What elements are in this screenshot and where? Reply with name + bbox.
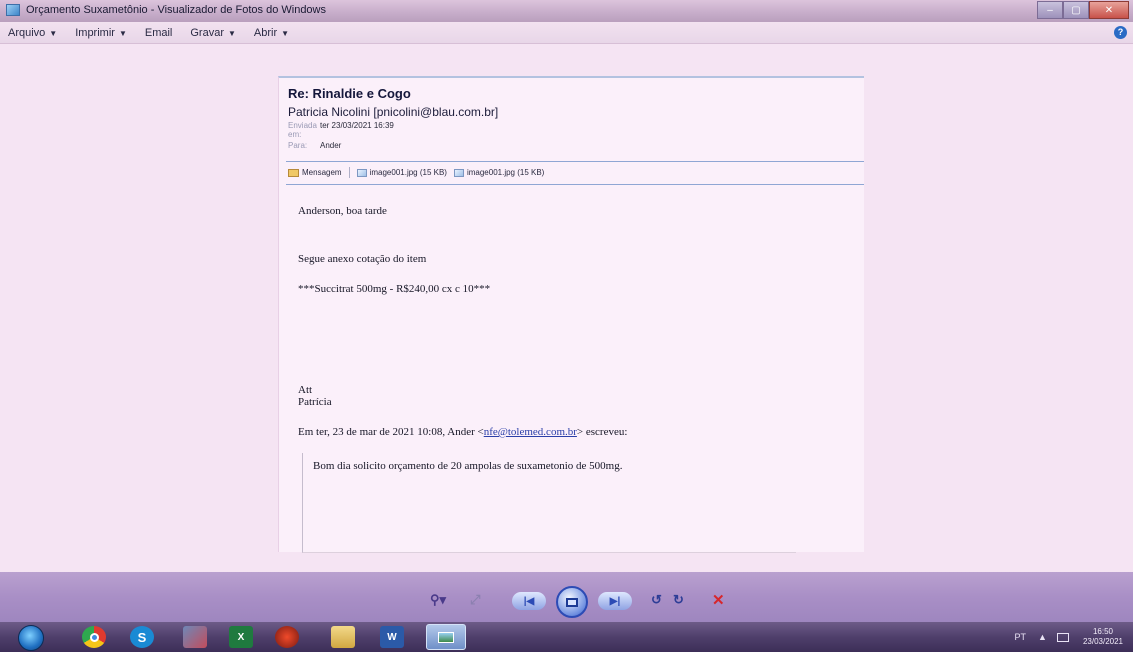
actual-size-button[interactable]: ⤢ — [470, 592, 480, 608]
header-divider — [286, 161, 864, 162]
rotate-left-button[interactable]: ↺ — [651, 592, 662, 608]
body-line-1: Segue anexo cotação do item — [298, 253, 427, 265]
slideshow-icon — [566, 597, 578, 607]
show-hidden-icons-icon[interactable]: ▲ — [1038, 632, 1047, 642]
reply-intro-line: Em ter, 23 de mar de 2021 10:08, Ander <… — [298, 426, 628, 438]
menu-bar: Arquivo ▼ Imprimir ▼ Email Gravar ▼ Abrir ▼ — [0, 22, 1133, 44]
system-tray: PT ▲ 16:50 23/03/2021 — [1015, 622, 1123, 652]
chevron-down-icon: ▼ — [281, 28, 290, 38]
excel-icon[interactable]: X — [229, 626, 253, 648]
attachment-message: Mensagem — [288, 168, 342, 177]
menu-email[interactable]: Email — [145, 27, 173, 39]
attachment-separator — [348, 167, 350, 178]
body-line-2: ***Succitrat 500mg - R$240,00 cx c 10*** — [298, 283, 491, 295]
clock-date: 23/03/2021 — [1082, 637, 1123, 646]
taskbar: S X W — [0, 622, 1133, 652]
email-sent-row: Enviada em: ter 23/03/2021 16:39 — [288, 121, 864, 139]
sent-value: ter 23/03/2021 16:39 — [320, 121, 394, 130]
attachment-label: image001.jpg (15 KB) — [369, 168, 447, 177]
chevron-down-icon: ▼ — [118, 28, 127, 38]
email-to-row: Para: Ander — [288, 141, 864, 150]
minimize-button[interactable]: – — [1037, 1, 1063, 19]
email-header: Re: Rinaldie e Cogo Patricia Nicolini [p… — [279, 78, 864, 150]
close-button[interactable]: ✕ — [1089, 1, 1129, 19]
chevron-down-icon: ▼ — [228, 28, 236, 38]
clock-time: 16:50 — [1092, 627, 1113, 636]
envelope-icon — [288, 168, 299, 177]
attachment-image-2: image001.jpg (15 KB) — [453, 168, 545, 177]
attachment-divider — [286, 184, 864, 185]
delete-button[interactable]: ✕ — [712, 591, 725, 609]
email-sender: Patricia Nicolini [pnicolini@blau.com.br… — [288, 105, 499, 119]
photo-viewer-app-icon — [6, 4, 20, 16]
image-file-icon — [356, 168, 367, 177]
window-controls: – ▢ ✕ — [1037, 1, 1129, 19]
chrome-icon[interactable] — [82, 626, 106, 648]
menu-arquivo[interactable]: Arquivo ▼ — [8, 27, 57, 39]
signoff-line-2: Patrícia — [298, 396, 332, 408]
app-icon[interactable] — [183, 626, 207, 648]
menu-abrir[interactable]: Abrir ▼ — [254, 27, 289, 39]
attachment-label: image001.jpg (15 KB) — [466, 168, 545, 177]
chevron-down-icon: ▼ — [49, 28, 58, 38]
menu-imprimir[interactable]: Imprimir ▼ — [75, 27, 127, 39]
title-bar[interactable]: Orçamento Suxametônio - Visualizador de … — [0, 0, 1133, 22]
media-player-icon[interactable] — [275, 626, 299, 648]
next-button[interactable]: ▶| — [598, 592, 632, 610]
zoom-button[interactable]: ⚲▾ — [430, 592, 446, 608]
word-icon[interactable]: W — [380, 626, 404, 648]
email-subject: Re: Rinaldie e Cogo — [288, 86, 411, 101]
viewer-control-bar: ⚲▾ ⤢ |◀ ▶| ↺ ↻ ✕ — [0, 572, 1133, 622]
start-button[interactable] — [18, 625, 44, 651]
clock[interactable]: 16:50 23/03/2021 — [1083, 627, 1123, 647]
to-value: Ander — [320, 141, 342, 150]
email-image: Re: Rinaldie e Cogo Patricia Nicolini [p… — [278, 76, 864, 553]
quoted-text: Bom dia solicito orçamento de 20 ampolas… — [313, 460, 623, 472]
help-icon[interactable]: ? — [1114, 26, 1127, 39]
slideshow-button[interactable] — [556, 586, 588, 618]
maximize-button[interactable]: ▢ — [1063, 1, 1089, 19]
greeting-line: Anderson, boa tarde — [298, 205, 387, 217]
to-label: Para: — [288, 141, 308, 150]
rotate-right-button[interactable]: ↻ — [673, 592, 684, 608]
attachment-label: Mensagem — [302, 168, 342, 177]
previous-button[interactable]: |◀ — [512, 592, 546, 610]
network-icon[interactable] — [1056, 632, 1069, 642]
language-indicator[interactable]: PT — [1015, 632, 1027, 642]
image-file-icon — [453, 168, 464, 177]
reply-email-link: nfe@tolemed.com.br — [483, 426, 577, 438]
attachment-image-1: image001.jpg (15 KB) — [356, 168, 447, 177]
sent-label: Enviada em: — [288, 121, 317, 139]
photo-viewer-taskbar-icon[interactable] — [426, 624, 466, 650]
skype-icon[interactable]: S — [130, 626, 154, 648]
attachment-bar: Mensagem image001.jpg (15 KB) image001.j… — [288, 167, 551, 178]
window-title: Orçamento Suxametônio - Visualizador de … — [26, 4, 326, 16]
file-explorer-icon[interactable] — [331, 626, 355, 648]
quoted-message: Bom dia solicito orçamento de 20 ampolas… — [302, 453, 796, 553]
signoff-line-1: Att — [298, 384, 313, 396]
menu-gravar[interactable]: Gravar ▼ — [190, 27, 236, 39]
